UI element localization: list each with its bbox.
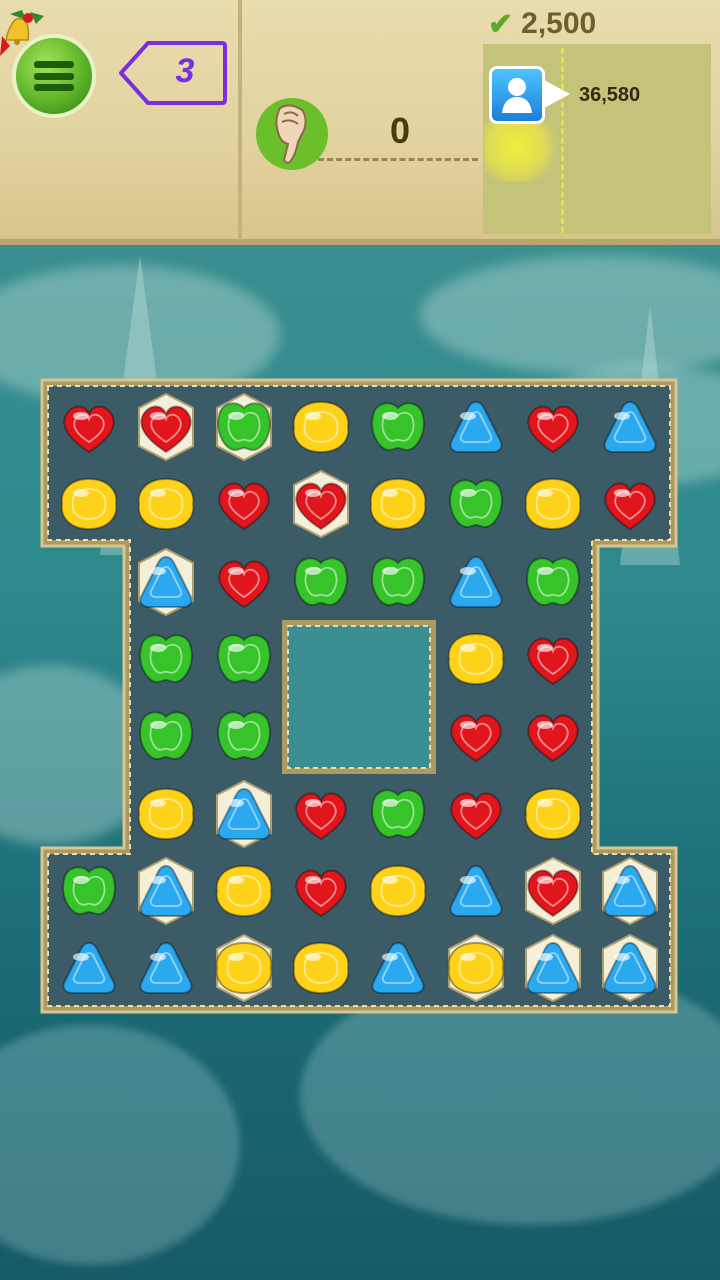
red-heart-gem[interactable] (209, 547, 279, 617)
blue-triangle-gem[interactable] (54, 933, 124, 1003)
green-apple-gem[interactable] (131, 701, 201, 771)
blue-triangle-gem-special[interactable] (595, 856, 665, 926)
red-heart-gem[interactable] (595, 469, 665, 539)
red-heart-gem[interactable] (209, 469, 279, 539)
green-apple-gem[interactable] (209, 624, 279, 694)
yellow-round-gem[interactable] (363, 469, 433, 539)
red-heart-gem[interactable] (54, 392, 124, 462)
red-heart-gem[interactable] (286, 856, 356, 926)
game-board (0, 0, 720, 1280)
yellow-round-gem[interactable] (54, 469, 124, 539)
blue-triangle-gem[interactable] (131, 933, 201, 1003)
red-heart-gem[interactable] (441, 701, 511, 771)
blue-triangle-gem-special[interactable] (209, 779, 279, 849)
green-apple-gem[interactable] (54, 856, 124, 926)
green-apple-gem[interactable] (286, 547, 356, 617)
yellow-round-gem[interactable] (518, 779, 588, 849)
green-apple-gem[interactable] (518, 547, 588, 617)
yellow-round-gem-special[interactable] (441, 933, 511, 1003)
red-heart-gem[interactable] (286, 779, 356, 849)
red-heart-gem[interactable] (518, 624, 588, 694)
yellow-round-gem-special[interactable] (209, 933, 279, 1003)
green-apple-gem[interactable] (363, 779, 433, 849)
red-heart-gem[interactable] (518, 701, 588, 771)
blue-triangle-gem-special[interactable] (131, 856, 201, 926)
yellow-round-gem[interactable] (209, 856, 279, 926)
blue-triangle-gem[interactable] (363, 933, 433, 1003)
green-apple-gem-special[interactable] (209, 392, 279, 462)
green-apple-gem[interactable] (441, 469, 511, 539)
yellow-round-gem[interactable] (518, 469, 588, 539)
red-heart-gem[interactable] (518, 392, 588, 462)
red-heart-gem[interactable] (441, 779, 511, 849)
blue-triangle-gem[interactable] (441, 392, 511, 462)
blue-triangle-gem-special[interactable] (131, 547, 201, 617)
red-heart-gem-special[interactable] (286, 469, 356, 539)
green-apple-gem[interactable] (363, 547, 433, 617)
red-heart-gem-special[interactable] (518, 856, 588, 926)
yellow-round-gem[interactable] (286, 392, 356, 462)
blue-triangle-gem[interactable] (441, 547, 511, 617)
red-heart-gem-special[interactable] (131, 392, 201, 462)
yellow-round-gem[interactable] (363, 856, 433, 926)
blue-triangle-gem-special[interactable] (518, 933, 588, 1003)
green-apple-gem[interactable] (131, 624, 201, 694)
yellow-round-gem[interactable] (286, 933, 356, 1003)
green-apple-gem[interactable] (209, 701, 279, 771)
blue-triangle-gem[interactable] (595, 392, 665, 462)
blue-triangle-gem-special[interactable] (595, 933, 665, 1003)
yellow-round-gem[interactable] (131, 779, 201, 849)
yellow-round-gem[interactable] (441, 624, 511, 694)
yellow-round-gem[interactable] (131, 469, 201, 539)
board-frame (40, 378, 678, 1014)
blue-triangle-gem[interactable] (441, 856, 511, 926)
green-apple-gem[interactable] (363, 392, 433, 462)
